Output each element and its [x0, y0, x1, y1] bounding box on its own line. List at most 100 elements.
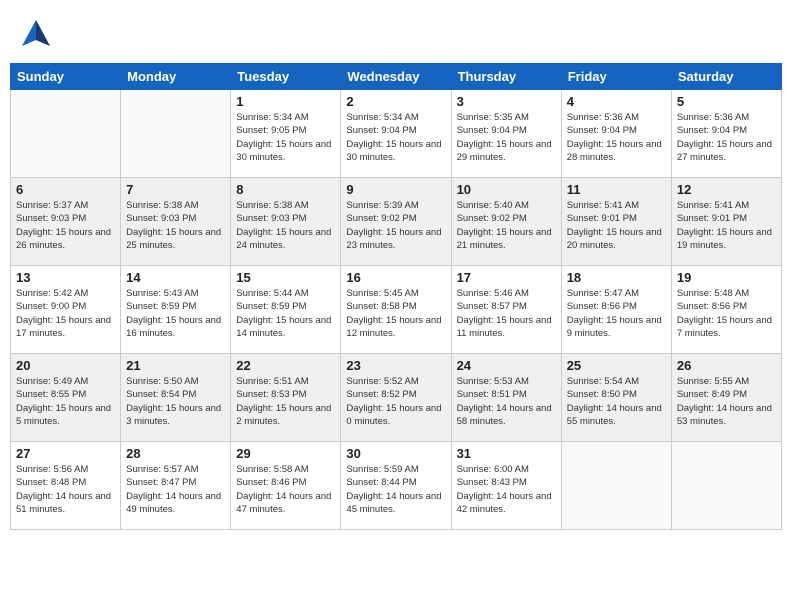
calendar-cell: 9Sunrise: 5:39 AMSunset: 9:02 PMDaylight…: [341, 178, 451, 266]
day-number: 28: [126, 446, 225, 461]
day-info: Sunrise: 5:49 AMSunset: 8:55 PMDaylight:…: [16, 375, 115, 428]
day-info: Sunrise: 5:44 AMSunset: 8:59 PMDaylight:…: [236, 287, 335, 340]
day-number: 4: [567, 94, 666, 109]
day-number: 29: [236, 446, 335, 461]
calendar-week-3: 13 Sunrise: 5:42 AMSunset: 9:00 PMDayligh…: [11, 266, 782, 354]
day-info: Sunrise: 5:37 AMSunset: 9:03 PMDaylight:…: [16, 199, 115, 252]
day-number: 2: [346, 94, 445, 109]
day-number: 11: [567, 182, 666, 197]
day-number: 18: [567, 270, 666, 285]
calendar-cell: 21Sunrise: 5:50 AMSunset: 8:54 PMDayligh…: [121, 354, 231, 442]
weekday-header-monday: Monday: [121, 64, 231, 90]
calendar-cell: 7 Sunrise: 5:38 AMSunset: 9:03 PMDaylight…: [121, 178, 231, 266]
day-info: Sunrise: 5:46 AMSunset: 8:57 PMDaylight:…: [457, 287, 556, 340]
calendar-cell: [561, 442, 671, 530]
weekday-header-row: SundayMondayTuesdayWednesdayThursdayFrid…: [11, 64, 782, 90]
day-info: Sunrise: 5:47 AMSunset: 8:56 PMDaylight:…: [567, 287, 666, 340]
day-info: Sunrise: 5:34 AMSunset: 9:04 PMDaylight:…: [346, 111, 445, 164]
day-number: 7: [126, 182, 225, 197]
day-info: Sunrise: 5:58 AMSunset: 8:46 PMDaylight:…: [236, 463, 335, 516]
calendar-cell: [671, 442, 781, 530]
day-number: 16: [346, 270, 445, 285]
day-number: 8: [236, 182, 335, 197]
calendar-table: SundayMondayTuesdayWednesdayThursdayFrid…: [10, 63, 782, 530]
day-info: Sunrise: 5:42 AMSunset: 9:00 PMDaylight:…: [16, 287, 115, 340]
day-number: 20: [16, 358, 115, 373]
calendar-week-1: 1 Sunrise: 5:34 AMSunset: 9:05 PMDaylight…: [11, 90, 782, 178]
day-info: Sunrise: 5:56 AMSunset: 8:48 PMDaylight:…: [16, 463, 115, 516]
calendar-cell: 5Sunrise: 5:36 AMSunset: 9:04 PMDaylight…: [671, 90, 781, 178]
day-number: 25: [567, 358, 666, 373]
calendar-header: SundayMondayTuesdayWednesdayThursdayFrid…: [11, 64, 782, 90]
calendar-cell: 25 Sunrise: 5:54 AMSunset: 8:50 PMDayligh…: [561, 354, 671, 442]
day-info: Sunrise: 5:54 AMSunset: 8:50 PMDaylight:…: [567, 375, 666, 428]
calendar-cell: 6 Sunrise: 5:37 AMSunset: 9:03 PMDaylight…: [11, 178, 121, 266]
day-number: 3: [457, 94, 556, 109]
day-number: 23: [346, 358, 445, 373]
day-info: Sunrise: 5:55 AMSunset: 8:49 PMDaylight:…: [677, 375, 776, 428]
weekday-header-wednesday: Wednesday: [341, 64, 451, 90]
weekday-header-saturday: Saturday: [671, 64, 781, 90]
day-number: 9: [346, 182, 445, 197]
calendar-cell: 3 Sunrise: 5:35 AMSunset: 9:04 PMDaylight…: [451, 90, 561, 178]
day-info: Sunrise: 5:41 AMSunset: 9:01 PMDaylight:…: [567, 199, 666, 252]
weekday-header-tuesday: Tuesday: [231, 64, 341, 90]
day-info: Sunrise: 5:51 AMSunset: 8:53 PMDaylight:…: [236, 375, 335, 428]
day-info: Sunrise: 5:36 AMSunset: 9:04 PMDaylight:…: [567, 111, 666, 164]
day-number: 24: [457, 358, 556, 373]
calendar-cell: 14 Sunrise: 5:43 AMSunset: 8:59 PMDayligh…: [121, 266, 231, 354]
day-number: 10: [457, 182, 556, 197]
weekday-header-thursday: Thursday: [451, 64, 561, 90]
day-info: Sunrise: 5:38 AMSunset: 9:03 PMDaylight:…: [126, 199, 225, 252]
calendar-cell: [121, 90, 231, 178]
page-header: [10, 10, 782, 59]
calendar-cell: 27 Sunrise: 5:56 AMSunset: 8:48 PMDayligh…: [11, 442, 121, 530]
day-number: 22: [236, 358, 335, 373]
day-info: Sunrise: 5:38 AMSunset: 9:03 PMDaylight:…: [236, 199, 335, 252]
calendar-cell: 4 Sunrise: 5:36 AMSunset: 9:04 PMDaylight…: [561, 90, 671, 178]
day-number: 6: [16, 182, 115, 197]
day-info: Sunrise: 5:53 AMSunset: 8:51 PMDaylight:…: [457, 375, 556, 428]
day-info: Sunrise: 5:35 AMSunset: 9:04 PMDaylight:…: [457, 111, 556, 164]
calendar-body: 1 Sunrise: 5:34 AMSunset: 9:05 PMDaylight…: [11, 90, 782, 530]
logo: [20, 18, 58, 55]
day-number: 1: [236, 94, 335, 109]
calendar-cell: 1 Sunrise: 5:34 AMSunset: 9:05 PMDaylight…: [231, 90, 341, 178]
calendar-cell: 26 Sunrise: 5:55 AMSunset: 8:49 PMDayligh…: [671, 354, 781, 442]
calendar-cell: 24 Sunrise: 5:53 AMSunset: 8:51 PMDayligh…: [451, 354, 561, 442]
calendar-cell: 20 Sunrise: 5:49 AMSunset: 8:55 PMDayligh…: [11, 354, 121, 442]
day-number: 5: [677, 94, 776, 109]
day-info: Sunrise: 5:34 AMSunset: 9:05 PMDaylight:…: [236, 111, 335, 164]
day-number: 19: [677, 270, 776, 285]
calendar-cell: 10 Sunrise: 5:40 AMSunset: 9:02 PMDayligh…: [451, 178, 561, 266]
day-info: Sunrise: 5:43 AMSunset: 8:59 PMDaylight:…: [126, 287, 225, 340]
day-number: 13: [16, 270, 115, 285]
calendar-cell: 30 Sunrise: 5:59 AMSunset: 8:44 PMDayligh…: [341, 442, 451, 530]
calendar-cell: 18 Sunrise: 5:47 AMSunset: 8:56 PMDayligh…: [561, 266, 671, 354]
calendar-cell: 29 Sunrise: 5:58 AMSunset: 8:46 PMDayligh…: [231, 442, 341, 530]
day-number: 17: [457, 270, 556, 285]
calendar-cell: [11, 90, 121, 178]
calendar-cell: 11 Sunrise: 5:41 AMSunset: 9:01 PMDayligh…: [561, 178, 671, 266]
day-info: Sunrise: 5:41 AMSunset: 9:01 PMDaylight:…: [677, 199, 776, 252]
calendar-cell: 17 Sunrise: 5:46 AMSunset: 8:57 PMDayligh…: [451, 266, 561, 354]
calendar-week-5: 27 Sunrise: 5:56 AMSunset: 8:48 PMDayligh…: [11, 442, 782, 530]
day-info: Sunrise: 5:40 AMSunset: 9:02 PMDaylight:…: [457, 199, 556, 252]
day-number: 12: [677, 182, 776, 197]
calendar-cell: 19 Sunrise: 5:48 AMSunset: 8:56 PMDayligh…: [671, 266, 781, 354]
calendar-cell: 28 Sunrise: 5:57 AMSunset: 8:47 PMDayligh…: [121, 442, 231, 530]
day-info: Sunrise: 5:57 AMSunset: 8:47 PMDaylight:…: [126, 463, 225, 516]
day-number: 21: [126, 358, 225, 373]
day-info: Sunrise: 5:45 AMSunset: 8:58 PMDaylight:…: [346, 287, 445, 340]
day-number: 14: [126, 270, 225, 285]
logo-bird-icon: [20, 18, 52, 55]
day-number: 30: [346, 446, 445, 461]
day-number: 27: [16, 446, 115, 461]
calendar-week-4: 20 Sunrise: 5:49 AMSunset: 8:55 PMDayligh…: [11, 354, 782, 442]
day-number: 26: [677, 358, 776, 373]
day-info: Sunrise: 5:59 AMSunset: 8:44 PMDaylight:…: [346, 463, 445, 516]
calendar-cell: 22 Sunrise: 5:51 AMSunset: 8:53 PMDayligh…: [231, 354, 341, 442]
calendar-cell: 16 Sunrise: 5:45 AMSunset: 8:58 PMDayligh…: [341, 266, 451, 354]
day-info: Sunrise: 5:48 AMSunset: 8:56 PMDaylight:…: [677, 287, 776, 340]
calendar-cell: 2 Sunrise: 5:34 AMSunset: 9:04 PMDaylight…: [341, 90, 451, 178]
